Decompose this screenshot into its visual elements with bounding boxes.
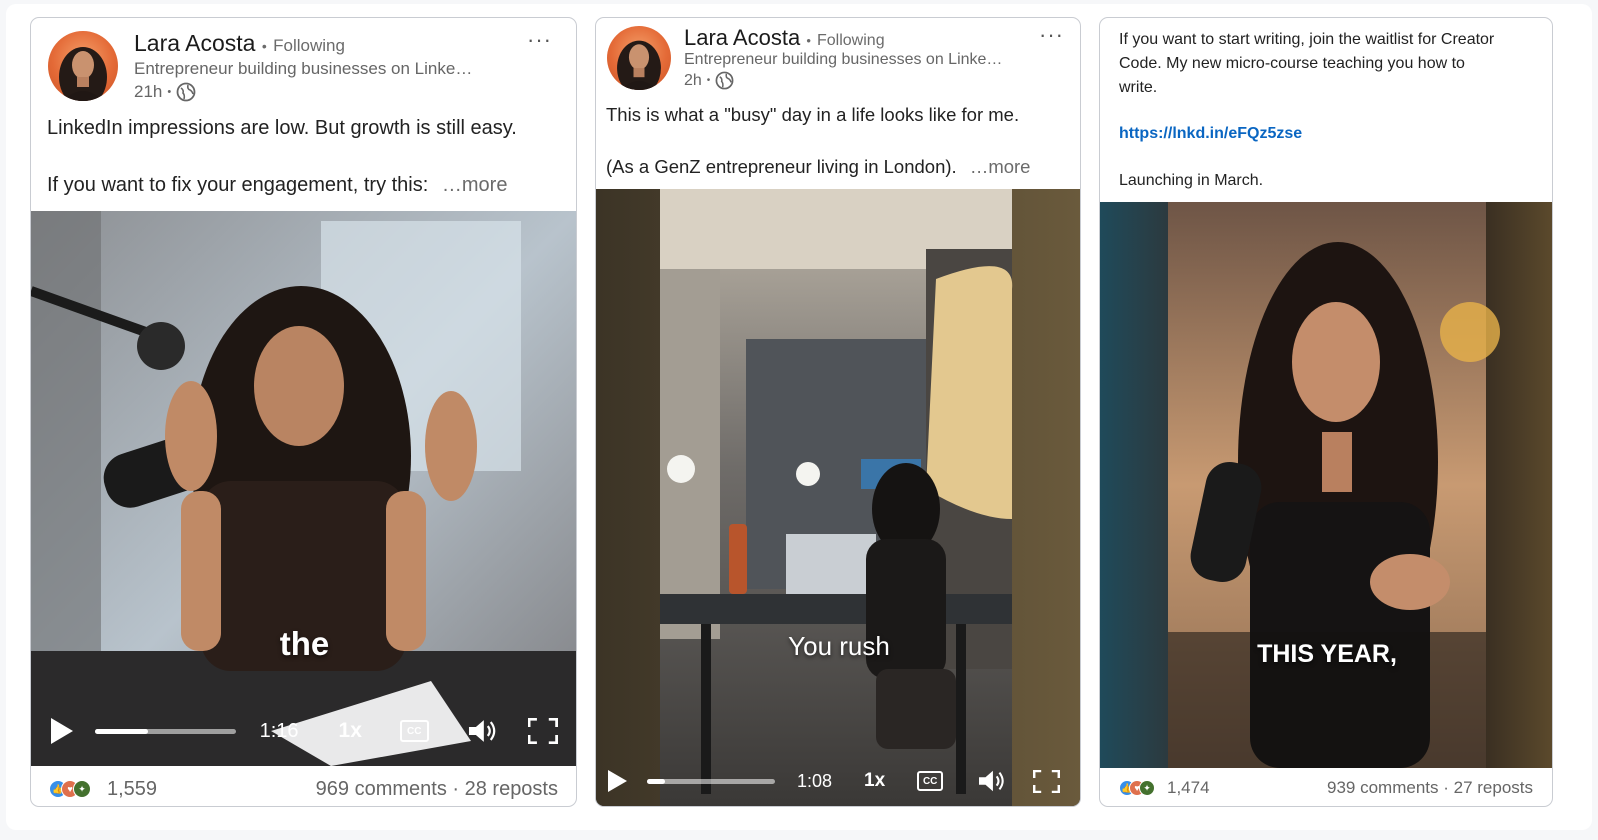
globe-icon	[176, 82, 196, 102]
post-social-counts: 👍 ♥ ✦ 1,559 969 comments · 28 reposts	[31, 775, 576, 803]
fullscreen-icon[interactable]	[528, 718, 558, 744]
post-text-line-2: (As a GenZ entrepreneur living in London…	[606, 156, 1030, 178]
video-player[interactable]: THIS YEAR,	[1100, 202, 1552, 768]
post-meta: 21h •	[134, 82, 196, 102]
feed-canvas: Lara Acosta • Following Entrepreneur bui…	[6, 4, 1592, 830]
reactions[interactable]: 👍 ♥ ✦	[1119, 780, 1155, 796]
post-social-counts: 👍 ♥ ✦ 1,474 939 comments · 27 reposts	[1100, 774, 1552, 802]
more-options-icon[interactable]: ···	[1039, 24, 1064, 46]
reaction-count[interactable]: 1,474	[1167, 778, 1210, 798]
comments-reposts[interactable]: 969 comments · 28 reposts	[316, 778, 558, 801]
reactions[interactable]: 👍 ♥ ✦	[49, 780, 91, 798]
separator-dot: •	[261, 38, 267, 54]
following-label[interactable]: Following	[817, 32, 885, 49]
separator-dot: •	[706, 75, 711, 86]
post-meta: 2h •	[684, 71, 734, 90]
volume-icon[interactable]	[977, 768, 1007, 794]
author-avatar[interactable]	[48, 31, 118, 101]
video-controls: 1:16 1x CC	[31, 711, 576, 751]
following-label[interactable]: Following	[273, 36, 345, 55]
author-name[interactable]: Lara Acosta	[684, 25, 800, 50]
captions-icon[interactable]: CC	[917, 771, 944, 791]
author-subtitle: Entrepreneur building businesses on Link…	[134, 59, 473, 78]
post-text-line-3: write.	[1119, 79, 1158, 96]
captions-icon[interactable]: CC	[399, 720, 429, 742]
more-options-icon[interactable]: ···	[527, 29, 552, 51]
playback-speed-button[interactable]: 1x	[339, 719, 362, 743]
author-subtitle: Entrepreneur building businesses on Link…	[684, 51, 1003, 68]
play-icon[interactable]	[608, 770, 627, 792]
video-caption: You rush	[788, 631, 890, 661]
video-progress-bar[interactable]	[95, 728, 236, 734]
post-time: 2h	[684, 71, 702, 89]
see-more-link[interactable]: …more	[442, 174, 508, 196]
post-text-line-1: This is what a "busy" day in a life look…	[606, 104, 1020, 125]
post-text-content: If you want to fix your engagement, try …	[47, 174, 429, 196]
post-text-content: (As a GenZ entrepreneur living in London…	[606, 156, 957, 177]
post-text-line-4: Launching in March.	[1119, 172, 1264, 189]
separator-dot: •	[167, 86, 172, 98]
insightful-icon: ✦	[1139, 780, 1155, 796]
post-text-line-1: If you want to start writing, join the w…	[1119, 31, 1495, 48]
fullscreen-icon[interactable]	[1033, 769, 1061, 793]
volume-icon[interactable]	[467, 717, 499, 745]
globe-icon	[715, 71, 734, 90]
video-duration: 1:16	[259, 719, 299, 742]
playback-speed-button[interactable]: 1x	[864, 770, 885, 792]
progress-fill	[95, 728, 149, 734]
see-more-link[interactable]: …more	[970, 156, 1031, 177]
post-time: 21h	[134, 82, 163, 101]
video-frame	[31, 211, 576, 766]
celebrate-icon: ✦	[73, 780, 91, 798]
post-card-1: Lara Acosta • Following Entrepreneur bui…	[30, 17, 577, 807]
waitlist-link[interactable]: https://lnkd.in/eFQz5zse	[1119, 125, 1302, 143]
post-text-line-1: LinkedIn impressions are low. But growth…	[47, 117, 517, 139]
video-duration: 1:08	[797, 770, 833, 791]
video-caption: THIS YEAR,	[1257, 640, 1397, 668]
play-icon[interactable]	[51, 718, 73, 744]
video-player[interactable]: You rush 1:08 1x CC	[596, 189, 1080, 806]
video-frame	[596, 189, 1080, 806]
post-text-line-2: Code. My new micro-course teaching you h…	[1119, 55, 1465, 72]
author-name[interactable]: Lara Acosta	[134, 30, 255, 56]
post-text-line-2: If you want to fix your engagement, try …	[47, 174, 507, 197]
video-frame	[1100, 202, 1552, 768]
post-card-2: Lara Acosta • Following Entrepreneur bui…	[595, 17, 1081, 807]
video-player[interactable]: the 1:16 1x CC	[31, 211, 576, 766]
author-line: Lara Acosta • Following	[684, 25, 885, 51]
progress-fill	[647, 778, 665, 784]
author-avatar[interactable]	[607, 26, 671, 90]
post-card-3: If you want to start writing, join the w…	[1099, 17, 1553, 807]
video-caption: the	[279, 625, 330, 662]
reaction-count[interactable]: 1,559	[107, 778, 157, 801]
video-progress-bar[interactable]	[647, 778, 775, 784]
video-controls: 1:08 1x CC	[596, 763, 1080, 799]
author-line: Lara Acosta • Following	[134, 30, 345, 57]
separator-dot: •	[806, 33, 811, 48]
comments-reposts[interactable]: 939 comments · 27 reposts	[1327, 778, 1533, 798]
